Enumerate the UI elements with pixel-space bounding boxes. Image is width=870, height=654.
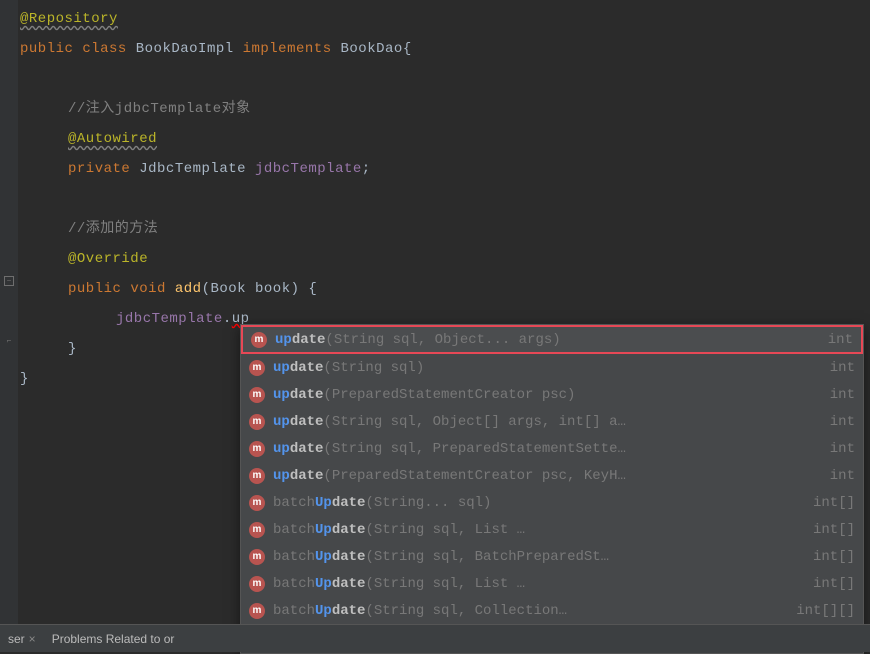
code-line: public void add(Book book) {	[20, 274, 870, 304]
completion-return-type: int	[830, 414, 855, 430]
completion-return-type: int[]	[813, 522, 855, 538]
completion-label: batchUpdate(String sql, BatchPreparedSt…	[273, 549, 797, 565]
code-line	[20, 64, 870, 94]
method-icon: m	[249, 549, 265, 565]
completion-item[interactable]: m update(PreparedStatementCreator psc) int	[241, 381, 863, 408]
code-line: //添加的方法	[20, 214, 870, 244]
code-line: @Repository	[20, 4, 870, 34]
completion-return-type: int[]	[813, 576, 855, 592]
method-icon: m	[249, 603, 265, 619]
completion-return-type: int	[828, 332, 853, 348]
completion-item[interactable]: m update(String sql, Object... args) int	[241, 325, 863, 354]
method-icon: m	[249, 387, 265, 403]
completion-return-type: int[]	[813, 495, 855, 511]
completion-item[interactable]: m batchUpdate(String sql, List … int[]	[241, 516, 863, 543]
completion-item[interactable]: m update(String sql, Object[] args, int[]…	[241, 408, 863, 435]
annotation-autowired: @Autowired	[68, 131, 157, 147]
method-icon: m	[249, 414, 265, 430]
completion-item[interactable]: m update(String sql, PreparedStatementSet…	[241, 435, 863, 462]
completion-item[interactable]: m batchUpdate(String sql, List … int[]	[241, 570, 863, 597]
completion-return-type: int[][]	[796, 603, 855, 619]
method-icon: m	[251, 332, 267, 348]
completion-label: update(String sql, PreparedStatementSett…	[273, 441, 814, 457]
method-icon: m	[249, 522, 265, 538]
completion-label: batchUpdate(String sql, List …	[273, 522, 797, 538]
completion-item[interactable]: m update(String sql) int	[241, 354, 863, 381]
completion-return-type: int	[830, 387, 855, 403]
tab-truncated[interactable]: ser	[8, 632, 25, 646]
completion-return-type: int[]	[813, 549, 855, 565]
completion-return-type: int	[830, 468, 855, 484]
completion-item[interactable]: m batchUpdate(String... sql) int[]	[241, 489, 863, 516]
completion-label: update(PreparedStatementCreator psc, Key…	[273, 468, 814, 484]
completion-label: update(String sql)	[273, 360, 814, 376]
completion-return-type: int	[830, 441, 855, 457]
completion-label: batchUpdate(String... sql)	[273, 495, 797, 511]
code-line	[20, 184, 870, 214]
fold-end-icon[interactable]: ⌐	[4, 336, 14, 346]
completion-item[interactable]: m batchUpdate(String sql, Collection… int[…	[241, 597, 863, 624]
code-line: public class BookDaoImpl implements Book…	[20, 34, 870, 64]
code-line: @Autowired	[20, 124, 870, 154]
completion-label: batchUpdate(String sql, List …	[273, 576, 797, 592]
completion-label: batchUpdate(String sql, Collection…	[273, 603, 780, 619]
completion-label: update(PreparedStatementCreator psc)	[273, 387, 814, 403]
method-icon: m	[249, 495, 265, 511]
method-icon: m	[249, 441, 265, 457]
fold-marker-icon[interactable]: −	[4, 276, 14, 286]
completion-return-type: int	[830, 360, 855, 376]
code-line: private JdbcTemplate jdbcTemplate;	[20, 154, 870, 184]
code-completion-popup: mupdate(String sql, Object... args)intmu…	[240, 324, 864, 654]
close-icon[interactable]: ×	[29, 632, 36, 646]
code-line: @Override	[20, 244, 870, 274]
editor-gutter	[0, 0, 18, 652]
method-icon: m	[249, 468, 265, 484]
completion-label: update(String sql, Object... args)	[275, 332, 812, 348]
code-line: //注入jdbcTemplate对象	[20, 94, 870, 124]
completion-label: update(String sql, Object[] args, int[] …	[273, 414, 814, 430]
annotation-repository: @Repository	[20, 11, 118, 27]
method-icon: m	[249, 576, 265, 592]
annotation-override: @Override	[68, 251, 148, 267]
completion-item[interactable]: m batchUpdate(String sql, BatchPreparedSt…	[241, 543, 863, 570]
bottom-tool-panel: ser × Problems Related to or	[0, 624, 870, 652]
method-icon: m	[249, 360, 265, 376]
tab-problems[interactable]: Problems Related to or	[52, 632, 175, 646]
completion-item[interactable]: m update(PreparedStatementCreator psc, Ke…	[241, 462, 863, 489]
